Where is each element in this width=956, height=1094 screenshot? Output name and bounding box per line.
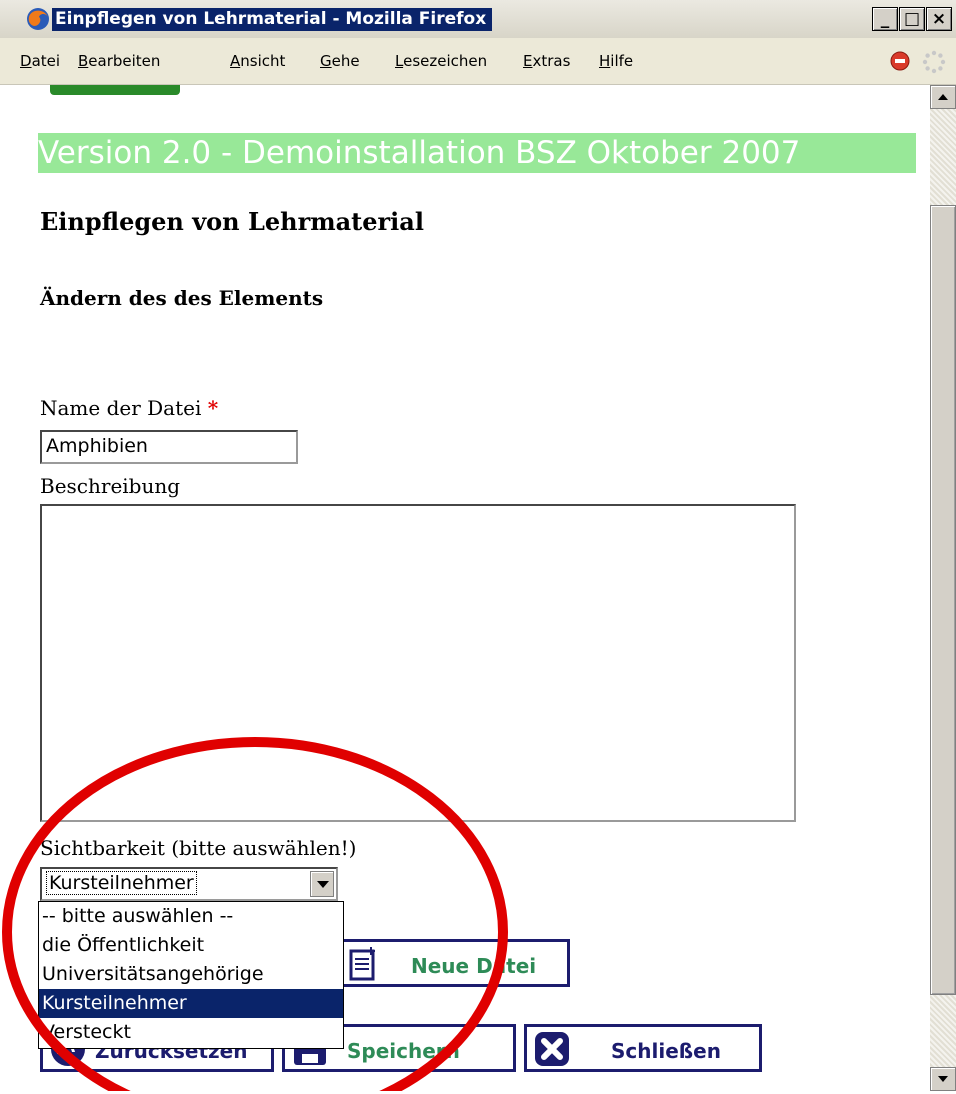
vertical-scrollbar[interactable] (930, 85, 956, 1091)
option-versteckt[interactable]: Versteckt (39, 1018, 343, 1047)
option-oeffentlichkeit[interactable]: die Öffentlichkeit (39, 931, 343, 960)
menu-datei[interactable]: Datei (20, 52, 60, 70)
scroll-down-button[interactable] (930, 1067, 956, 1091)
menu-extras[interactable]: Extras (523, 52, 570, 70)
option-universitaetsangehoerige[interactable]: Universitätsangehörige (39, 960, 343, 989)
menu-lesezeichen[interactable]: Lesezeichen (395, 52, 487, 70)
window-titlebar: Einpflegen von Lehrmaterial - Mozilla Fi… (0, 0, 956, 39)
visibility-dropdown-list[interactable]: -- bitte auswählen -- die Öffentlichkeit… (38, 901, 344, 1049)
filename-label-text: Name der Datei (40, 396, 202, 420)
close-icon (535, 1032, 569, 1066)
option-kursteilnehmer[interactable]: Kursteilnehmer (39, 989, 343, 1018)
menu-gehe[interactable]: Gehe (320, 52, 360, 70)
throbber-icon (922, 50, 946, 74)
scroll-up-button[interactable] (930, 85, 956, 109)
new-document-icon (349, 947, 375, 981)
filename-label: Name der Datei * (40, 396, 218, 420)
required-marker: * (207, 396, 219, 420)
menu-bearbeiten[interactable]: Bearbeiten (78, 52, 160, 70)
scroll-thumb[interactable] (930, 205, 956, 995)
visibility-selected-value: Kursteilnehmer (46, 871, 197, 895)
filename-input[interactable]: Amphibien (40, 430, 298, 464)
menu-hilfe[interactable]: Hilfe (599, 52, 633, 70)
close-label: Schließen (611, 1039, 721, 1063)
new-file-label: Neue Datei (411, 954, 537, 978)
description-label: Beschreibung (40, 474, 181, 498)
chevron-down-icon[interactable] (310, 871, 334, 897)
close-button[interactable]: Schließen (524, 1024, 762, 1072)
save-label: Speichern (347, 1039, 460, 1063)
version-banner: Version 2.0 - Demoinstallation BSZ Oktob… (38, 133, 916, 173)
maximize-button[interactable]: □ (899, 7, 925, 31)
arrow-down-icon (938, 1076, 948, 1082)
description-textarea[interactable] (40, 504, 796, 822)
option-bitte-auswaehlen[interactable]: -- bitte auswählen -- (39, 902, 343, 931)
menubar: Datei Bearbeiten Ansicht Gehe Lesezeiche… (0, 38, 956, 85)
menu-ansicht[interactable]: Ansicht (230, 52, 285, 70)
visibility-select[interactable]: Kursteilnehmer (40, 867, 338, 901)
minimize-button[interactable]: _ (872, 7, 898, 31)
arrow-up-icon (938, 94, 948, 100)
section-subtitle: Ändern des des Elements (40, 286, 324, 310)
firefox-icon (27, 8, 49, 30)
close-window-button[interactable]: × (926, 7, 952, 31)
visibility-label: Sichtbarkeit (bitte auswählen!) (40, 836, 357, 860)
page-title: Einpflegen von Lehrmaterial (40, 207, 424, 236)
stop-icon[interactable] (890, 51, 910, 71)
window-title: Einpflegen von Lehrmaterial - Mozilla Fi… (52, 8, 493, 31)
logo-fragment (50, 85, 180, 95)
